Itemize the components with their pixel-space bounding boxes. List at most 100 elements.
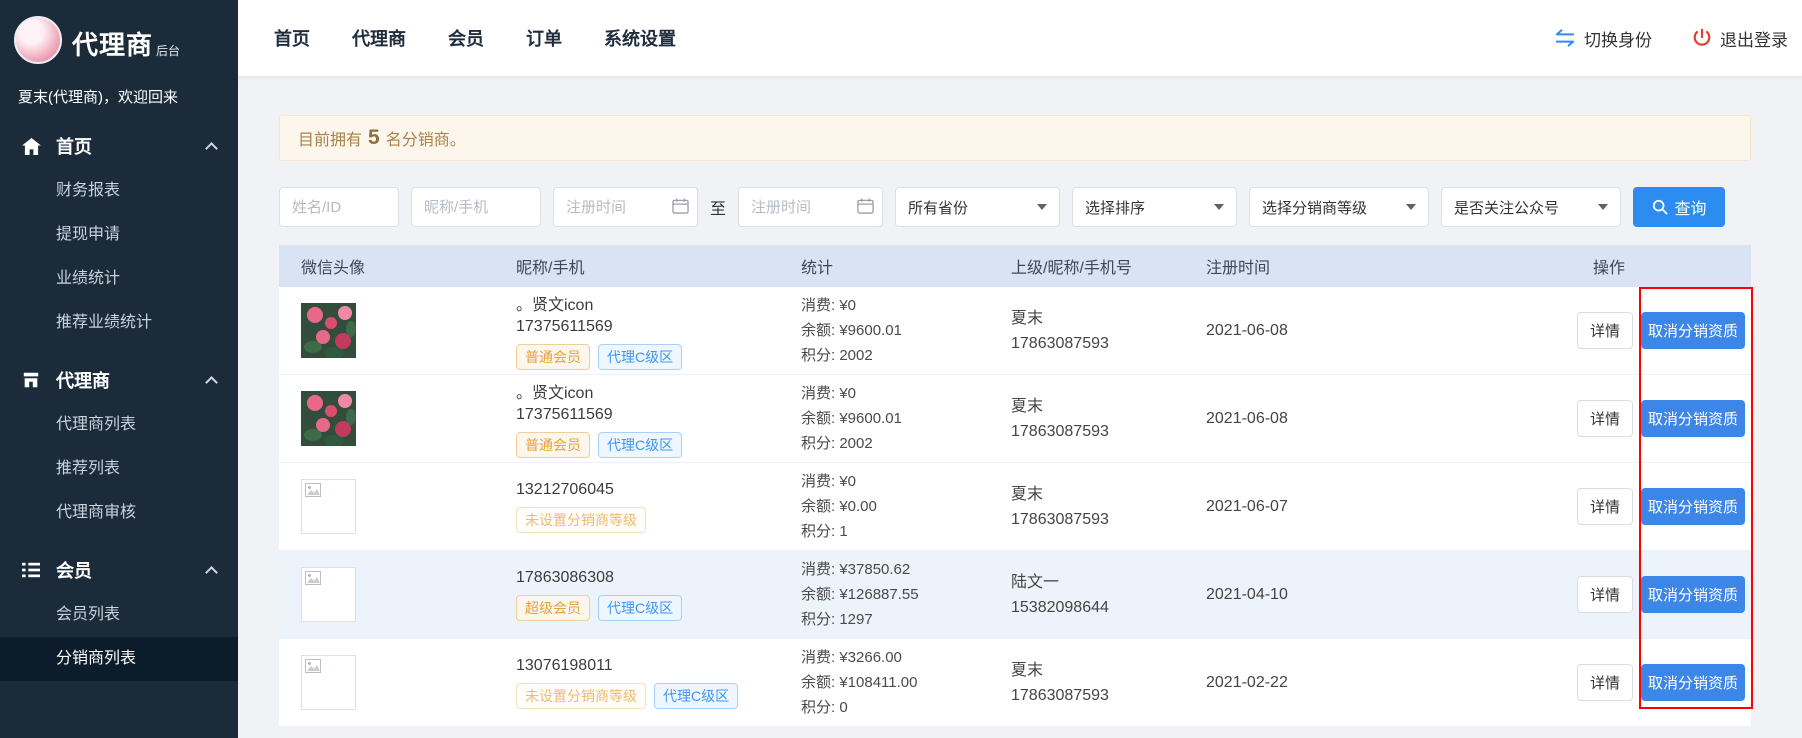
- brand: 代理商 后台: [0, 0, 238, 72]
- sidebar-section-agent[interactable]: 代理商: [0, 357, 238, 403]
- calendar-icon[interactable]: [857, 198, 874, 214]
- member-name: 。贤文icon: [516, 291, 779, 315]
- stats-cell: 消费: ¥3266.00 余额: ¥108411.00 积分: 0: [779, 645, 989, 720]
- official-account-follow-select[interactable]: 是否关注公众号: [1441, 187, 1621, 227]
- nick-phone-cell: 13076198011 未设置分销商等级 代理C级区: [494, 657, 779, 709]
- chevron-down-icon: [1406, 204, 1416, 210]
- home-icon: [22, 138, 44, 155]
- avatar-cell: [279, 479, 494, 534]
- consume-stat: 消费: ¥3266.00: [801, 645, 989, 670]
- points-stat: 积分: 2002: [801, 431, 989, 456]
- member-phone: 17375611569: [516, 318, 779, 336]
- reg-date: 2021-02-22: [1184, 674, 1571, 692]
- logout-button[interactable]: 退出登录: [1692, 26, 1788, 51]
- table-row: 。贤文icon 17375611569 普通会员 代理C级区 消费: ¥0 余额…: [279, 287, 1751, 375]
- table-row: 13076198011 未设置分销商等级 代理C级区 消费: ¥3266.00 …: [279, 639, 1751, 727]
- col-header-actions: 操作: [1571, 254, 1751, 278]
- points-stat: 积分: 1: [801, 519, 989, 544]
- wechat-avatar-photo: [301, 391, 356, 446]
- parent-name: 夏末: [1011, 394, 1184, 419]
- detail-button[interactable]: 详情: [1577, 664, 1633, 701]
- nick-phone-input[interactable]: [411, 187, 541, 227]
- sidebar-item-member-list[interactable]: 会员列表: [0, 593, 238, 637]
- sidebar-item-withdraw-apply[interactable]: 提现申请: [0, 213, 238, 257]
- col-header-nick-phone: 昵称/手机: [494, 254, 779, 278]
- sidebar-item-agent-review[interactable]: 代理商审核: [0, 491, 238, 535]
- col-header-parent: 上级/昵称/手机号: [989, 254, 1184, 278]
- sidebar: 代理商 后台 夏末(代理商)，欢迎回来 首页 财务报表 提现申请 业绩统计 推荐…: [0, 0, 238, 738]
- actions-cell: 详情 取消分销资质: [1571, 312, 1751, 349]
- member-level-badge: 普通会员: [516, 432, 590, 458]
- official-account-follow-value: 是否关注公众号: [1454, 197, 1559, 218]
- sidebar-item-finance-report[interactable]: 财务报表: [0, 169, 238, 213]
- table-row: 。贤文icon 17375611569 普通会员 代理C级区 消费: ¥0 余额…: [279, 375, 1751, 463]
- consume-stat: 消费: ¥0: [801, 293, 989, 318]
- detail-button[interactable]: 详情: [1577, 488, 1633, 525]
- actions-cell: 详情 取消分销资质: [1571, 400, 1751, 437]
- sidebar-item-referral-list[interactable]: 推荐列表: [0, 447, 238, 491]
- balance-stat: 余额: ¥9600.01: [801, 406, 989, 431]
- cancel-distribution-button[interactable]: 取消分销资质: [1641, 400, 1745, 437]
- actions-cell: 详情 取消分销资质: [1571, 664, 1751, 701]
- cancel-distribution-button[interactable]: 取消分销资质: [1641, 488, 1745, 525]
- province-select[interactable]: 所有省份: [895, 187, 1060, 227]
- broken-image-placeholder: [301, 479, 356, 534]
- sidebar-menu: 首页 财务报表 提现申请 业绩统计 推荐业绩统计 代理商 代理商列表 推荐列表 …: [0, 123, 238, 681]
- main-content: 目前拥有 5 名分销商。 至 所有省份: [238, 77, 1802, 738]
- broken-image-placeholder: [301, 567, 356, 622]
- search-icon: [1652, 199, 1668, 215]
- search-label: 查询: [1675, 195, 1707, 219]
- sort-select[interactable]: 选择排序: [1072, 187, 1237, 227]
- sidebar-item-performance-stats[interactable]: 业绩统计: [0, 257, 238, 301]
- points-stat: 积分: 2002: [801, 343, 989, 368]
- reg-date: 2021-06-07: [1184, 498, 1571, 516]
- table-header: 微信头像 昵称/手机 统计 上级/昵称/手机号 注册时间 操作: [279, 245, 1751, 287]
- logout-label: 退出登录: [1720, 26, 1788, 51]
- parent-cell: 夏末 17863087593: [989, 394, 1184, 444]
- avatar-cell: [279, 391, 494, 446]
- cancel-distribution-button[interactable]: 取消分销资质: [1641, 312, 1745, 349]
- balance-stat: 余额: ¥9600.01: [801, 318, 989, 343]
- switch-identity-button[interactable]: 切换身份: [1554, 26, 1652, 51]
- sidebar-item-distributor-list[interactable]: 分销商列表: [0, 637, 238, 681]
- distributor-level-select[interactable]: 选择分销商等级: [1249, 187, 1429, 227]
- tab-home[interactable]: 首页: [274, 25, 310, 51]
- detail-button[interactable]: 详情: [1577, 400, 1633, 437]
- alert-prefix: 目前拥有: [298, 126, 362, 150]
- sidebar-section-home[interactable]: 首页: [0, 123, 238, 169]
- sidebar-section-members[interactable]: 会员: [0, 547, 238, 593]
- agent-zone-badge: 代理C级区: [654, 683, 738, 709]
- reg-date: 2021-04-10: [1184, 586, 1571, 604]
- stats-cell: 消费: ¥0 余额: ¥9600.01 积分: 2002: [779, 293, 989, 368]
- consume-stat: 消费: ¥37850.62: [801, 557, 989, 582]
- search-button[interactable]: 查询: [1633, 187, 1725, 227]
- tab-agent[interactable]: 代理商: [352, 25, 406, 51]
- parent-cell: 陆文一 15382098644: [989, 570, 1184, 620]
- sidebar-item-referral-performance[interactable]: 推荐业绩统计: [0, 301, 238, 345]
- reg-date: 2021-06-08: [1184, 322, 1571, 340]
- actions-cell: 详情 取消分销资质: [1571, 576, 1751, 613]
- detail-button[interactable]: 详情: [1577, 312, 1633, 349]
- tab-orders[interactable]: 订单: [526, 25, 562, 51]
- detail-button[interactable]: 详情: [1577, 576, 1633, 613]
- tab-members[interactable]: 会员: [448, 25, 484, 51]
- name-id-input[interactable]: [279, 187, 399, 227]
- nick-phone-cell: 。贤文icon 17375611569 普通会员 代理C级区: [494, 379, 779, 458]
- parent-phone: 15382098644: [1011, 595, 1184, 620]
- sidebar-item-agent-list[interactable]: 代理商列表: [0, 403, 238, 447]
- table-row: 17863086308 超级会员 代理C级区 消费: ¥37850.62 余额:…: [279, 551, 1751, 639]
- cancel-distribution-button[interactable]: 取消分销资质: [1641, 664, 1745, 701]
- agent-zone-badge: 代理C级区: [598, 344, 682, 370]
- to-label: 至: [710, 195, 726, 219]
- parent-phone: 17863087593: [1011, 419, 1184, 444]
- distributor-count: 5: [368, 126, 380, 150]
- tab-system-settings[interactable]: 系统设置: [604, 25, 676, 51]
- cancel-distribution-button[interactable]: 取消分销资质: [1641, 576, 1745, 613]
- parent-name: 夏末: [1011, 482, 1184, 507]
- member-phone: 13076198011: [516, 657, 779, 675]
- brand-title: 代理商: [72, 32, 153, 58]
- calendar-icon[interactable]: [672, 198, 689, 214]
- consume-stat: 消费: ¥0: [801, 469, 989, 494]
- avatar-cell: [279, 567, 494, 622]
- broken-image-placeholder: [301, 655, 356, 710]
